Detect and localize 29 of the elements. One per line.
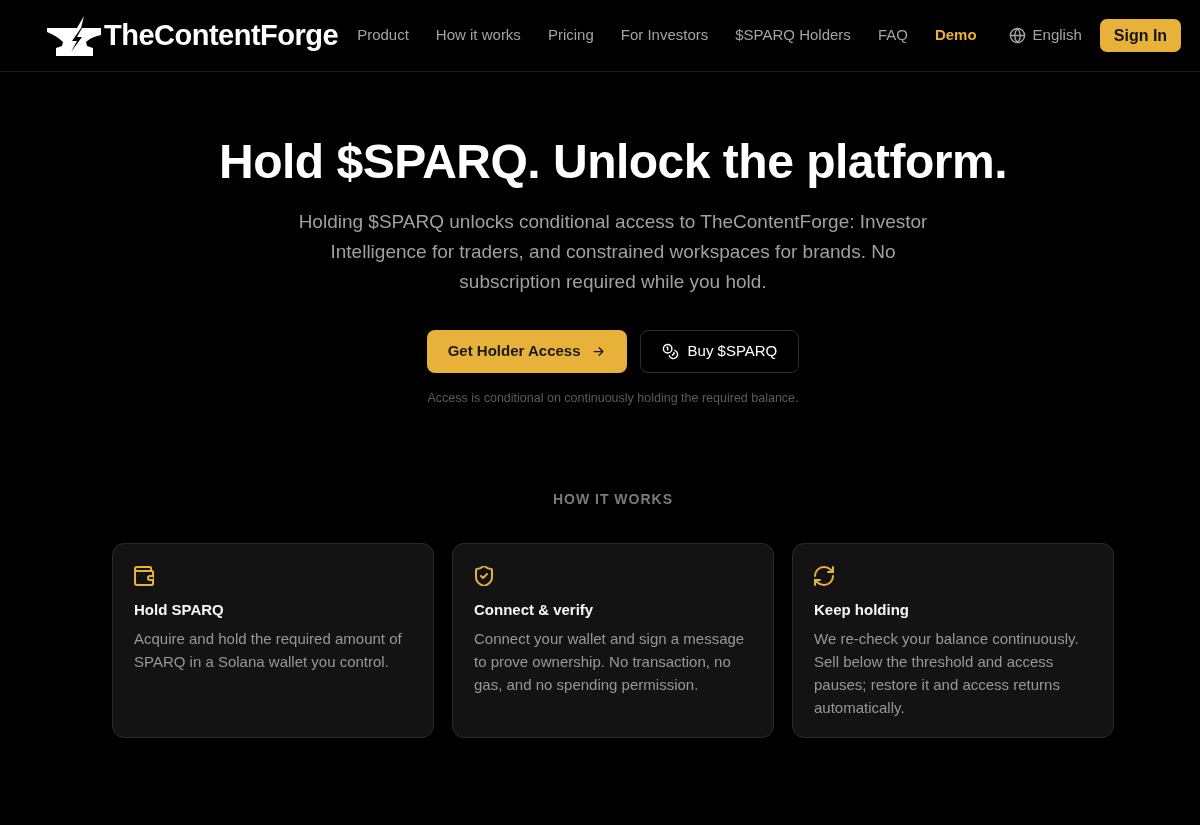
step-description: Acquire and hold the required amount of SPARQ in a Solana wallet you control. xyxy=(134,629,403,672)
brand-name[interactable]: TheContentForge xyxy=(104,21,339,50)
nav-link[interactable]: Pricing xyxy=(547,24,594,47)
section-heading: HOW IT WORKS xyxy=(552,490,674,509)
step-title: Connect & verify xyxy=(474,600,594,620)
arrow-right-icon xyxy=(590,344,606,359)
nav-link[interactable]: $SPARQ Holders xyxy=(735,24,851,47)
wallet-icon xyxy=(134,566,154,586)
access-note: Access is conditional on continuously holding the required balance. xyxy=(427,390,799,407)
step-description: We re-check your balance continuously. Sell below the threshold and access pauses; restore it and access returns automatically. xyxy=(814,629,1080,718)
get-access-button[interactable]: Get Holder Access xyxy=(426,330,627,373)
nav-link[interactable]: FAQ xyxy=(877,24,908,47)
buy-button[interactable]: Buy $SPARQ xyxy=(639,330,800,373)
hero-title: Hold $SPARQ. Unlock the platform. xyxy=(219,135,1007,189)
nav-link[interactable]: Demo xyxy=(934,24,977,47)
step-title: Keep holding xyxy=(814,600,909,620)
nav-link[interactable]: For Investors xyxy=(620,24,709,47)
step-title: Hold SPARQ xyxy=(134,600,224,620)
sign-in-button[interactable]: Sign In xyxy=(1099,19,1182,52)
nav-link[interactable]: Product xyxy=(357,24,409,47)
globe-icon xyxy=(1008,27,1026,44)
hero-subtitle: Holding $SPARQ unlocks conditional access to TheContentForge: Investor Intelligence for traders, and constrained workspaces for brands. No subscription required while you hold. xyxy=(297,210,929,294)
anvil-logo-icon[interactable] xyxy=(46,14,102,57)
nav-link[interactable]: How it works xyxy=(435,24,521,47)
refresh-icon xyxy=(814,566,834,586)
shield-check-icon xyxy=(474,566,494,586)
language-selector[interactable]: English xyxy=(1008,24,1082,47)
step-description: Connect your wallet and sign a message to prove ownership. No transaction, no gas, and no spending permission. xyxy=(474,629,746,695)
coins-icon xyxy=(661,343,679,360)
